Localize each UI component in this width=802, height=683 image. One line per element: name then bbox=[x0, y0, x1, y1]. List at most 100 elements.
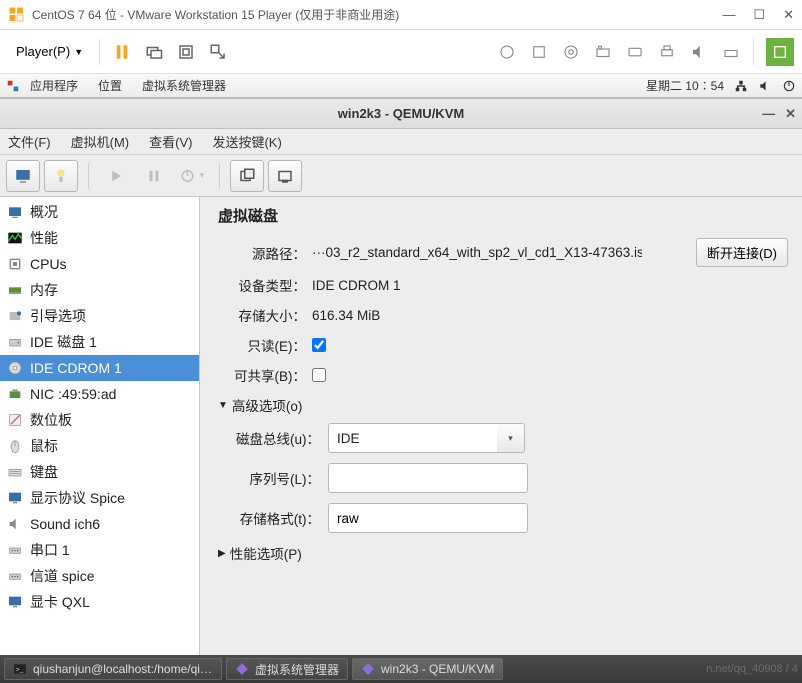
format-input[interactable] bbox=[328, 503, 528, 533]
advanced-expander[interactable]: ▼ 高级选项(o) bbox=[218, 395, 788, 415]
sidebar-item-cdrom[interactable]: IDE CDROM 1 bbox=[0, 355, 199, 381]
minimize-button[interactable]: — bbox=[762, 106, 775, 122]
fullscreen-button[interactable] bbox=[268, 160, 302, 192]
tablet-icon bbox=[6, 412, 24, 428]
shareable-checkbox[interactable] bbox=[312, 368, 326, 382]
shutdown-button[interactable]: ▾ bbox=[175, 160, 209, 192]
cpu-icon bbox=[6, 256, 24, 272]
device-icon[interactable] bbox=[557, 38, 585, 66]
sidebar-item-serial[interactable]: 串口 1 bbox=[0, 537, 199, 563]
sidebar-item-perf[interactable]: 性能 bbox=[0, 225, 199, 251]
menu-file[interactable]: 文件(F) bbox=[8, 132, 51, 151]
sound-icon[interactable] bbox=[685, 38, 713, 66]
sidebar-item-nic[interactable]: NIC :49:59:ad bbox=[0, 381, 199, 407]
sidebar-item-disk[interactable]: IDE 磁盘 1 bbox=[0, 329, 199, 355]
serial-input[interactable] bbox=[328, 463, 528, 493]
player-label: Player(P) bbox=[16, 44, 70, 59]
menu-places[interactable]: 位置 bbox=[88, 77, 132, 94]
sidebar-item-label: CPUs bbox=[30, 256, 67, 272]
sidebar-item-info[interactable]: 概况 bbox=[0, 199, 199, 225]
device-icon[interactable] bbox=[525, 38, 553, 66]
sidebar-item-label: 显示协议 Spice bbox=[30, 488, 125, 508]
readonly-checkbox[interactable] bbox=[312, 338, 326, 352]
details-button[interactable] bbox=[44, 160, 78, 192]
vmware-titlebar: CentOS 7 64 位 - VMware Workstation 15 Pl… bbox=[0, 0, 802, 30]
sidebar-item-serial[interactable]: 信道 spice bbox=[0, 563, 199, 589]
device-icon[interactable] bbox=[589, 38, 617, 66]
close-button[interactable]: ✕ bbox=[783, 7, 794, 23]
maximize-button[interactable]: ☐ bbox=[753, 7, 765, 23]
device-icon[interactable] bbox=[621, 38, 649, 66]
clock[interactable]: 星期二 10∶54 bbox=[646, 77, 724, 94]
mem-icon bbox=[6, 282, 24, 298]
sidebar-item-label: 数位板 bbox=[30, 410, 72, 430]
devtype-label: 设备类型： bbox=[218, 275, 312, 295]
bus-combo[interactable]: IDE bbox=[328, 423, 500, 453]
enter-fullscreen-button[interactable] bbox=[766, 38, 794, 66]
nic-icon bbox=[6, 386, 24, 402]
snapshot-button[interactable] bbox=[230, 160, 264, 192]
sidebar-item-tablet[interactable]: 数位板 bbox=[0, 407, 199, 433]
taskbar-item-vmwindow[interactable]: win2k3 - QEMU/KVM bbox=[352, 658, 503, 680]
virt-manager-window: win2k3 - QEMU/KVM — ✕ 文件(F) 虚拟机(M) 查看(V)… bbox=[0, 98, 802, 655]
unity-icon[interactable] bbox=[204, 38, 232, 66]
menu-applications[interactable]: 应用程序 bbox=[20, 77, 88, 94]
printer-icon[interactable] bbox=[653, 38, 681, 66]
device-icon[interactable] bbox=[493, 38, 521, 66]
sidebar-item-label: 串口 1 bbox=[30, 540, 70, 560]
advanced-label: 高级选项(o) bbox=[232, 395, 303, 415]
sidebar-item-label: 信道 spice bbox=[30, 566, 95, 586]
serial-label: 序列号(L)： bbox=[218, 468, 328, 488]
sidebar-item-boot[interactable]: 引导选项 bbox=[0, 303, 199, 329]
menu-machine[interactable]: 虚拟机(M) bbox=[71, 132, 130, 151]
minimize-button[interactable]: — bbox=[722, 7, 735, 23]
disconnect-button[interactable]: 断开连接(D) bbox=[696, 238, 788, 267]
menu-sendkey[interactable]: 发送按键(K) bbox=[212, 132, 281, 151]
mouse-icon bbox=[6, 438, 24, 454]
kbd-icon bbox=[6, 464, 24, 480]
fullscreen-icon[interactable] bbox=[172, 38, 200, 66]
cdrom-icon bbox=[6, 360, 24, 376]
menu-view[interactable]: 查看(V) bbox=[149, 132, 192, 151]
bus-combo-button[interactable]: ▾ bbox=[497, 423, 525, 453]
send-ctrl-alt-del-icon[interactable] bbox=[140, 38, 168, 66]
drive-icon[interactable] bbox=[717, 38, 745, 66]
volume-icon[interactable] bbox=[758, 79, 772, 93]
serial-icon bbox=[6, 568, 24, 584]
performance-expander[interactable]: ▶ 性能选项(P) bbox=[218, 543, 788, 563]
sidebar-item-label: NIC :49:59:ad bbox=[30, 386, 116, 402]
sound-icon bbox=[6, 516, 24, 532]
taskbar-item-terminal[interactable]: >_ qiushanjun@localhost:/home/qiu… bbox=[4, 658, 222, 680]
sidebar-item-mouse[interactable]: 鼠标 bbox=[0, 433, 199, 459]
sidebar-item-display[interactable]: 显卡 QXL bbox=[0, 589, 199, 615]
hardware-sidebar[interactable]: 概况性能 CPUs 内存引导选项IDE 磁盘 1 IDE CDROM 1 NIC :49… bbox=[0, 197, 200, 655]
console-button[interactable] bbox=[6, 160, 40, 192]
power-icon[interactable] bbox=[782, 79, 796, 93]
sidebar-item-sound[interactable]: Sound ich6 bbox=[0, 511, 199, 537]
run-button[interactable] bbox=[99, 160, 133, 192]
sidebar-item-mem[interactable]: 内存 bbox=[0, 277, 199, 303]
vmware-toolbar: Player(P) ▼ bbox=[0, 30, 802, 74]
sidebar-item-label: 显卡 QXL bbox=[30, 592, 90, 612]
sidebar-item-label: 鼠标 bbox=[30, 436, 58, 456]
pause-button[interactable] bbox=[137, 160, 171, 192]
sidebar-item-label: 内存 bbox=[30, 280, 58, 300]
active-app-label[interactable]: 虚拟系统管理器 bbox=[132, 77, 236, 94]
size-value: 616.34 MiB bbox=[312, 308, 380, 323]
pause-icon[interactable] bbox=[108, 38, 136, 66]
sidebar-item-kbd[interactable]: 键盘 bbox=[0, 459, 199, 485]
network-icon[interactable] bbox=[734, 79, 748, 93]
taskbar-item-virtmanager[interactable]: 虚拟系统管理器 bbox=[226, 658, 348, 680]
virt-icon bbox=[361, 662, 375, 676]
readonly-label: 只读(E)： bbox=[218, 335, 312, 355]
sidebar-item-label: 概况 bbox=[30, 202, 58, 222]
close-button[interactable]: ✕ bbox=[785, 106, 796, 122]
sidebar-item-label: 键盘 bbox=[30, 462, 58, 482]
vmware-title: CentOS 7 64 位 - VMware Workstation 15 Pl… bbox=[32, 6, 722, 23]
virt-titlebar: win2k3 - QEMU/KVM — ✕ bbox=[0, 99, 802, 129]
taskbar-label: 虚拟系统管理器 bbox=[255, 661, 339, 678]
player-menu[interactable]: Player(P) ▼ bbox=[8, 40, 91, 63]
sidebar-item-label: IDE CDROM 1 bbox=[30, 360, 122, 376]
sidebar-item-display[interactable]: 显示协议 Spice bbox=[0, 485, 199, 511]
sidebar-item-cpu[interactable]: CPUs bbox=[0, 251, 199, 277]
